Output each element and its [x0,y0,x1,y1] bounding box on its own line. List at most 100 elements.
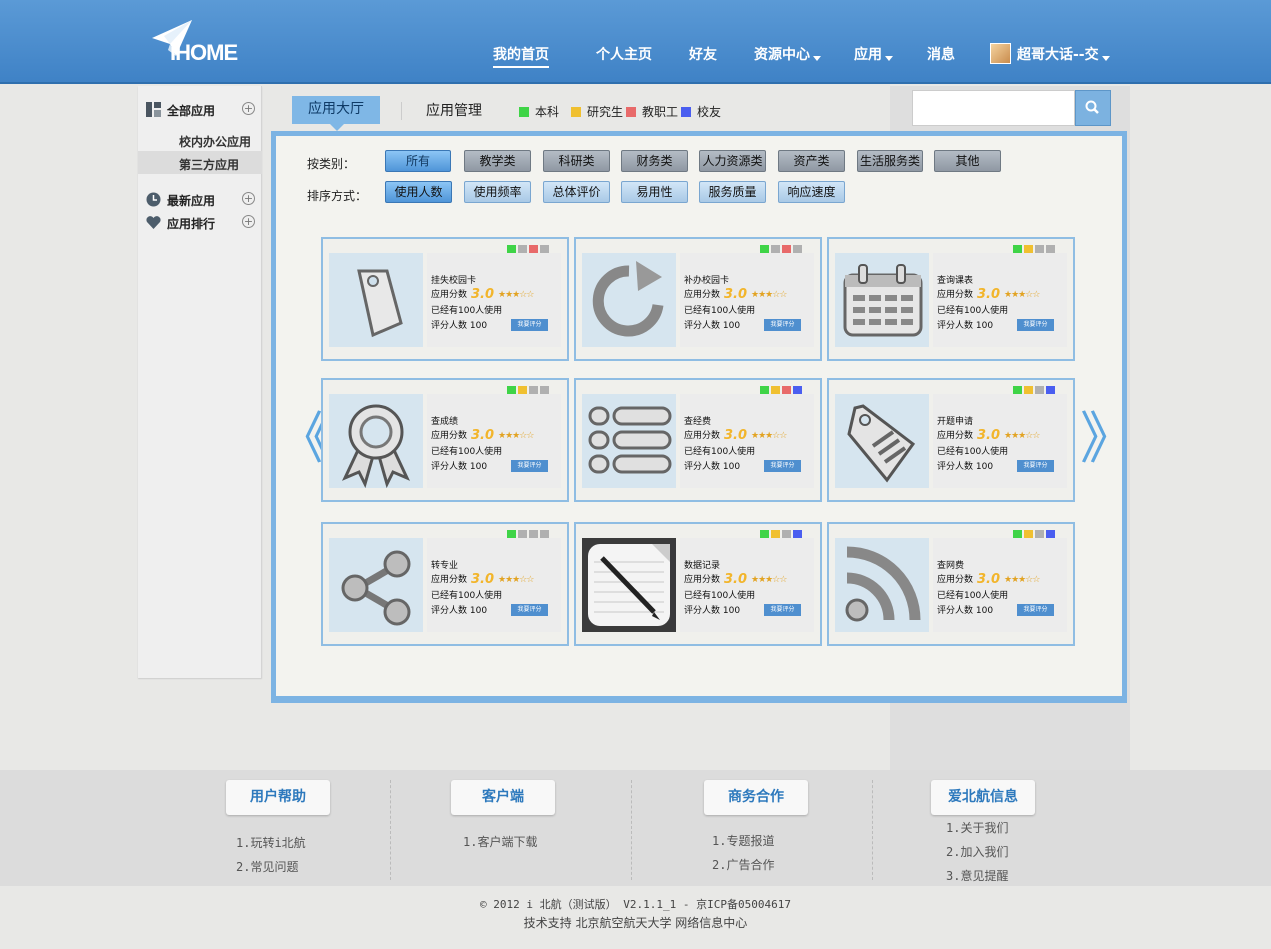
app-card[interactable]: 转专业 应用分数 3.0 ★★★☆☆ 已经有100人使用 评分人数 100 我要评分 [321,522,569,646]
star-rating: ★★★☆☆ [751,575,787,585]
nav-friends[interactable]: 好友 [689,44,717,64]
app-rating-count: 评分人数 100 [937,462,994,472]
app-icon-box[interactable] [835,394,929,488]
sort-by-usability-button[interactable]: 易用性 [621,181,688,203]
footer-link[interactable]: 2.加入我们 [946,843,1008,860]
app-icon-box[interactable] [582,538,676,632]
nav-home[interactable]: 我的首页 [493,44,549,68]
sidebar-item-ranking[interactable]: 应用排行 + [138,211,262,234]
app-rating-count: 评分人数 100 [684,462,741,472]
star-rating: ★★★☆☆ [498,575,534,585]
legend-undergrad: 本科 [519,103,559,120]
sidebar-item-all-apps[interactable]: 全部应用 + [138,98,262,121]
sort-by-users-button[interactable]: 使用人数 [385,181,452,203]
rate-button[interactable]: 我要评分 [511,604,548,616]
app-card[interactable]: 查经费 应用分数 3.0 ★★★☆☆ 已经有100人使用 评分人数 100 我要评分 [574,378,822,502]
sidebar-subitem-third-party[interactable]: 第三方应用 [138,151,262,174]
star-rating: ★★★☆☆ [1004,290,1040,300]
rate-button[interactable]: 我要评分 [511,460,548,472]
avatar[interactable] [990,43,1011,64]
sort-by-service-button[interactable]: 服务质量 [699,181,766,203]
rate-button[interactable]: 我要评分 [764,319,801,331]
user-menu[interactable]: 超哥大话--交 [1017,44,1110,64]
app-icon-box[interactable] [329,394,423,489]
score-label: 应用分数 [684,575,721,585]
expand-plus-icon[interactable]: + [242,215,255,228]
footer-link[interactable]: 1.专题报道 [712,832,774,849]
sort-label: 排序方式： [307,189,368,203]
app-score-row: 应用分数 3.0 ★★★☆☆ [684,428,787,443]
footer-link[interactable]: 2.广告合作 [712,856,774,873]
sort-by-frequency-button[interactable]: 使用频率 [464,181,531,203]
footer-link[interactable]: 1.客户端下载 [463,833,537,850]
nav-resources[interactable]: 资源中心 [754,44,821,64]
category-research-button[interactable]: 科研类 [543,150,610,172]
category-hr-button[interactable]: 人力资源类 [699,150,766,172]
rate-button[interactable]: 我要评分 [511,319,548,331]
nav-messages[interactable]: 消息 [927,44,955,64]
rate-button[interactable]: 我要评分 [764,604,801,616]
rate-button[interactable]: 我要评分 [1017,460,1054,472]
next-page-arrow[interactable]: 》 [1080,412,1136,468]
app-card[interactable]: 开题申请 应用分数 3.0 ★★★☆☆ 已经有100人使用 评分人数 100 我要评分 [827,378,1075,502]
app-card[interactable]: 数据记录 应用分数 3.0 ★★★☆☆ 已经有100人使用 评分人数 100 我要评分 [574,522,822,646]
app-card[interactable]: 补办校园卡 应用分数 3.0 ★★★☆☆ 已经有100人使用 评分人数 100 我要评分 [574,237,822,361]
expand-plus-icon[interactable]: + [242,192,255,205]
category-all-button[interactable]: 所有 [385,150,451,172]
tab-app-manage[interactable]: 应用管理 [426,100,482,120]
sidebar-item-latest[interactable]: 最新应用 + [138,188,262,211]
rate-button[interactable]: 我要评分 [1017,319,1054,331]
search-button[interactable] [1075,90,1111,126]
footer-link[interactable]: 1.玩转i北航 [236,834,306,851]
support-text: 技术支持 北京航空航天大学 网络信息中心 [523,916,748,930]
category-other-button[interactable]: 其他 [934,150,1001,172]
app-rating-count: 评分人数 100 [937,606,994,616]
category-assets-button[interactable]: 资产类 [778,150,845,172]
footer-link[interactable]: 3.意见提醒 [946,867,1008,884]
app-score-row: 应用分数 3.0 ★★★☆☆ [937,572,1040,587]
app-icon-box[interactable] [329,538,423,632]
footer-link[interactable]: 1.关于我们 [946,819,1008,836]
category-teaching-button[interactable]: 教学类 [464,150,531,172]
app-icon-box[interactable] [582,253,676,347]
audience-dots [758,243,802,254]
category-finance-button[interactable]: 财务类 [621,150,688,172]
sort-by-response-button[interactable]: 响应速度 [778,181,845,203]
category-life-service-button[interactable]: 生活服务类 [857,150,923,172]
tab-app-hall[interactable]: 应用大厅 [292,96,380,131]
rate-button[interactable]: 我要评分 [764,460,801,472]
app-score-row: 应用分数 3.0 ★★★☆☆ [684,572,787,587]
footer-link[interactable]: 2.常见问题 [236,858,298,875]
footer-info-title[interactable]: 爱北航信息 [931,780,1035,815]
app-info: 数据记录 应用分数 3.0 ★★★☆☆ 已经有100人使用 评分人数 100 我要评分 [680,538,814,632]
audience-dots [758,384,802,395]
app-icon-box[interactable] [329,253,423,347]
footer-client-title[interactable]: 客户端 [451,780,555,815]
footer-help-title[interactable]: 用户帮助 [226,780,330,815]
app-card[interactable]: 查询课表 应用分数 3.0 ★★★☆☆ 已经有100人使用 评分人数 100 我要评分 [827,237,1075,361]
app-score: 3.0 [977,572,1001,587]
star-rating: ★★★☆☆ [1004,431,1040,441]
app-card[interactable]: 查成绩 应用分数 3.0 ★★★☆☆ 已经有100人使用 评分人数 100 我要评分 [321,378,569,502]
score-label: 应用分数 [937,431,974,441]
app-card[interactable]: 挂失校园卡 应用分数 3.0 ★★★☆☆ 已经有100人使用 评分人数 100 我要评分 [321,237,569,361]
rate-button[interactable]: 我要评分 [1017,604,1054,616]
app-user-count: 已经有100人使用 [684,447,756,457]
search-input[interactable] [912,90,1075,126]
nav-profile[interactable]: 个人主页 [596,44,652,64]
expand-plus-icon[interactable]: + [242,102,255,115]
score-label: 应用分数 [431,290,468,300]
app-icon-box[interactable] [835,253,929,347]
app-icon-box[interactable] [835,538,929,632]
footer-divider [872,780,873,880]
nav-apps-label: 应用 [854,47,882,63]
app-card[interactable]: 查网费 应用分数 3.0 ★★★☆☆ 已经有100人使用 评分人数 100 我要评分 [827,522,1075,646]
app-rating-count: 评分人数 100 [431,462,488,472]
sort-by-overall-button[interactable]: 总体评价 [543,181,610,203]
app-user-count: 已经有100人使用 [937,447,1009,457]
chevron-down-icon [1101,56,1110,61]
footer-business-title[interactable]: 商务合作 [704,780,808,815]
nav-apps[interactable]: 应用 [854,44,893,64]
app-icon-box[interactable] [582,394,676,488]
sidebar-subitem-campus[interactable]: 校内办公应用 [138,128,262,151]
